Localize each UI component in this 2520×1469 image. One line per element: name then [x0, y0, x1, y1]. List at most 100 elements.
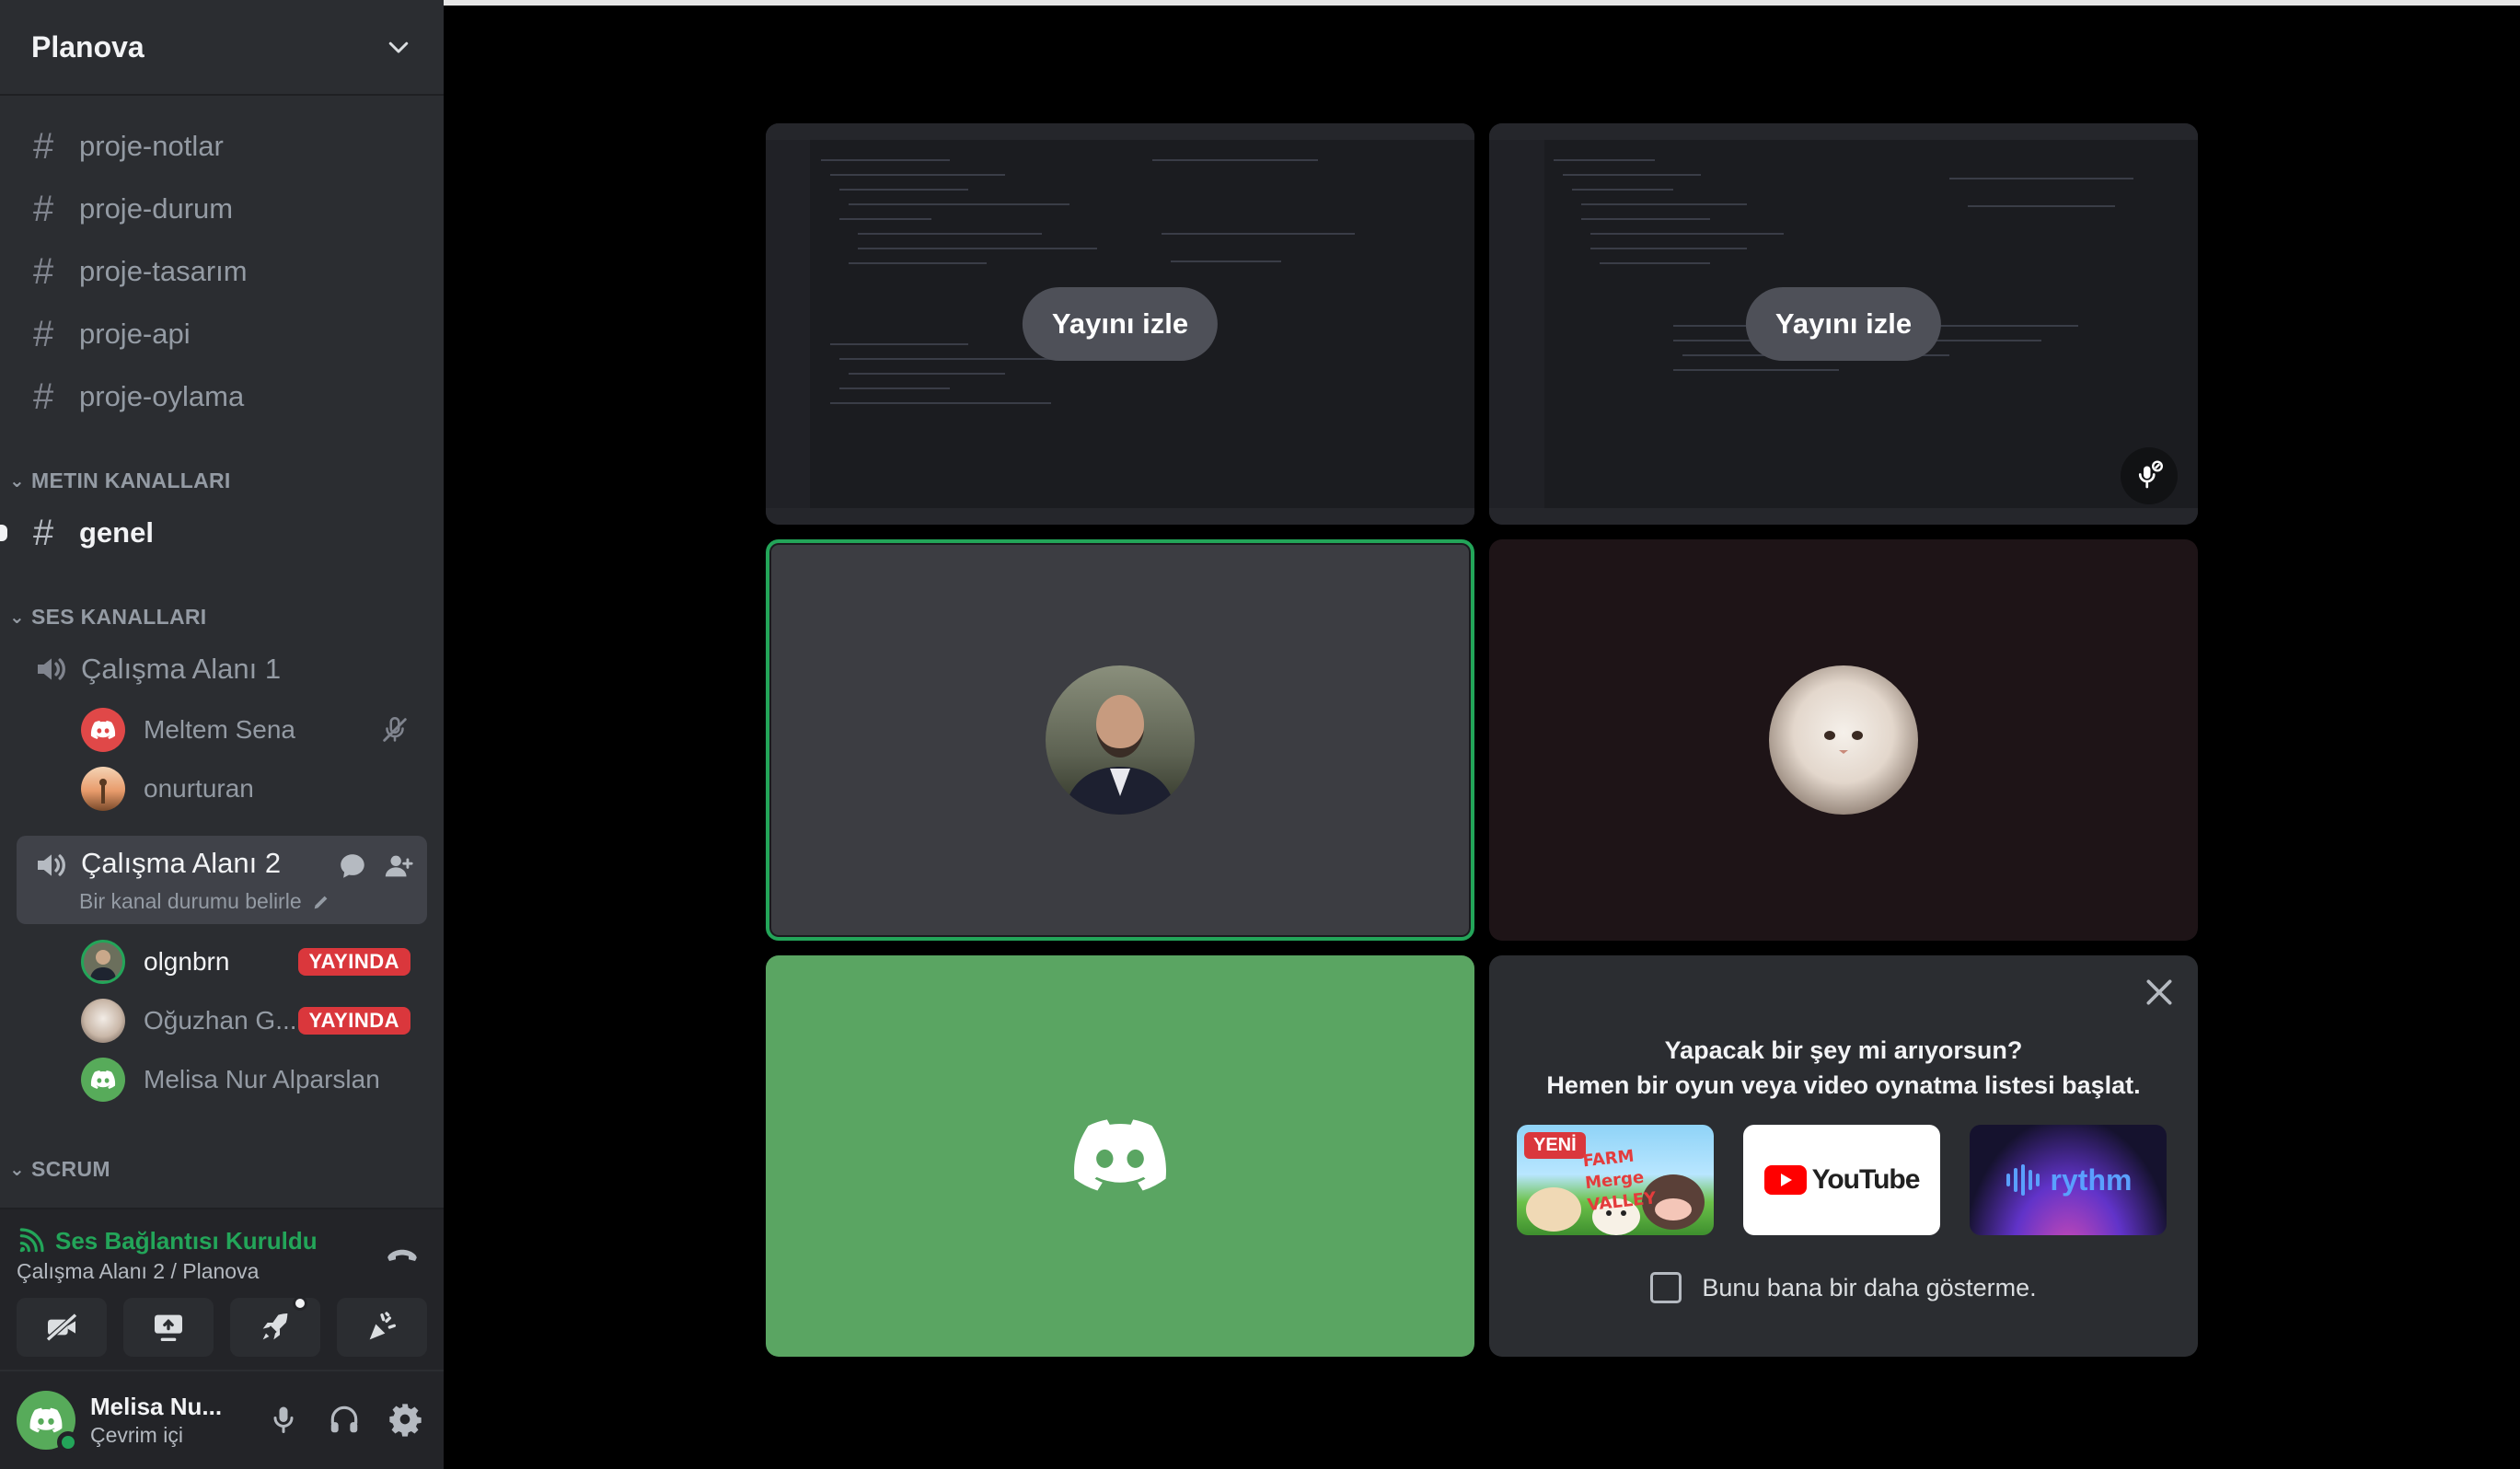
screen-share-icon	[155, 1314, 182, 1341]
voice-member-melisa[interactable]: Melisa Nur Alparslan	[81, 1053, 427, 1106]
stream-tile-2[interactable]: Yayını izle	[1489, 123, 2198, 525]
member-name: Oğuzhan G...	[144, 1006, 297, 1035]
hash-icon: #	[33, 126, 54, 167]
voice-channel-label: Çalışma Alanı 2	[81, 847, 282, 879]
voice-member-onurturan[interactable]: onurturan	[81, 762, 427, 815]
soundboard-icon	[369, 1312, 396, 1340]
voice-channel-label: Çalışma Alanı 1	[81, 653, 282, 685]
channel-proje-notlar[interactable]: # proje-notlar	[17, 118, 427, 175]
channel-proje-oylama[interactable]: # proje-oylama	[17, 368, 427, 425]
channel-proje-durum[interactable]: # proje-durum	[17, 180, 427, 237]
category-label: METIN KANALLARI	[31, 468, 231, 492]
watch-stream-button[interactable]: Yayını izle	[1022, 287, 1219, 361]
avatar	[81, 1058, 125, 1102]
voice-connected-status[interactable]: Ses Bağlantısı Kuruldu	[17, 1226, 318, 1255]
camera-off-icon	[46, 1313, 77, 1342]
user-panel: Melisa Nu... Çevrim içi	[0, 1371, 444, 1469]
hash-icon: #	[33, 376, 54, 417]
activity-card-youtube[interactable]: YouTube	[1743, 1125, 1940, 1235]
soundboard-button[interactable]	[337, 1298, 427, 1357]
online-status-dot	[57, 1431, 79, 1453]
dont-show-again-row[interactable]: Bunu bana bir daha gösterme.	[1489, 1272, 2198, 1303]
youtube-label: YouTube	[1811, 1164, 1921, 1195]
channel-label: proje-oylama	[79, 380, 245, 412]
channel-label: proje-durum	[79, 192, 234, 225]
headphones-button[interactable]	[324, 1399, 364, 1440]
unread-indicator	[0, 525, 7, 541]
chevron-down-icon	[388, 41, 409, 53]
new-badge: YENİ	[1524, 1132, 1586, 1159]
activity-card-rythm[interactable]: rythm	[1970, 1125, 2167, 1235]
promo-title-line1: Yapacak bir şey mi arıyorsun?	[1664, 1036, 2023, 1064]
participant-avatar	[1046, 665, 1195, 815]
member-name: Melisa Nur Alparslan	[144, 1065, 380, 1093]
disconnect-icon[interactable]	[383, 1235, 422, 1274]
microphone-icon	[273, 1406, 294, 1433]
dont-show-again-checkbox[interactable]	[1650, 1272, 1682, 1303]
pencil-icon	[314, 896, 328, 908]
chat-bubble-icon[interactable]	[337, 850, 368, 882]
close-icon[interactable]	[2141, 974, 2178, 1011]
voice-connected-channel[interactable]: Çalışma Alanı 2 / Planova	[17, 1259, 259, 1284]
microphone-button[interactable]	[263, 1399, 304, 1440]
participant-tile-speaking[interactable]	[766, 539, 1474, 941]
camera-toggle-button[interactable]	[17, 1298, 107, 1357]
hash-icon: #	[33, 513, 54, 553]
own-participant-tile[interactable]	[766, 955, 1474, 1357]
channel-proje-api[interactable]: # proje-api	[17, 306, 427, 363]
rocket-icon	[262, 1313, 288, 1340]
screen-share-button[interactable]	[123, 1298, 214, 1357]
hash-icon: #	[33, 189, 54, 229]
voice-member-olgnbrn[interactable]: olgnbrn YAYINDA	[81, 935, 427, 989]
voice-stage: Yayını izle Yayını izle Yapacak bir şey …	[444, 0, 2520, 1469]
stream-tile-1[interactable]: Yayını izle	[766, 123, 1474, 525]
settings-button[interactable]	[385, 1399, 425, 1440]
discord-logo-icon	[1074, 1119, 1166, 1191]
discord-logo-icon	[29, 1407, 63, 1433]
rythm-label: rythm	[2050, 1162, 2133, 1197]
person-photo-icon	[90, 950, 116, 980]
add-user-icon[interactable]	[383, 850, 414, 882]
server-header[interactable]: Planova	[0, 0, 444, 96]
cat-photo-icon	[1824, 731, 1863, 754]
voice-action-buttons	[17, 1296, 427, 1357]
participant-avatar	[1769, 665, 1918, 815]
voice-member-oguzhan[interactable]: Oğuzhan G... YAYINDA	[81, 994, 427, 1047]
live-badge: YAYINDA	[297, 948, 410, 976]
activities-button[interactable]	[230, 1296, 320, 1357]
member-name: onurturan	[144, 774, 254, 803]
voice-connected-text: Ses Bağlantısı Kuruldu	[55, 1226, 318, 1255]
chevron-down-icon: ⌄	[9, 470, 26, 492]
avatar	[81, 999, 125, 1043]
speaker-icon	[38, 854, 65, 876]
category-scrum[interactable]: ⌄ SCRUM	[9, 1151, 110, 1187]
category-text-channels[interactable]: ⌄ METIN KANALLARI	[9, 462, 231, 499]
channel-proje-tasarim[interactable]: # proje-tasarım	[17, 243, 427, 300]
activity-card-farm-merge-valley[interactable]: YENİ FARM Merge VALLEY	[1517, 1125, 1714, 1235]
watch-stream-button[interactable]: Yayını izle	[1745, 287, 1942, 361]
participant-tile[interactable]	[1489, 539, 2198, 941]
channel-sidebar: Planova # # proje-notlar # proje-durum #…	[0, 0, 444, 1469]
channel-status-text: Bir kanal durumu belirle	[79, 889, 302, 913]
signal-icon	[19, 1228, 44, 1253]
gear-icon	[389, 1404, 422, 1437]
user-avatar[interactable]	[17, 1391, 79, 1453]
voice-channel-calisma-alani-1[interactable]: Çalışma Alanı 1	[17, 641, 427, 698]
channel-genel[interactable]: # genel	[0, 504, 427, 561]
person-silhouette-icon	[99, 779, 107, 804]
voice-channel-calisma-alani-2[interactable]: Çalışma Alanı 2 Bir kanal durumu belirle	[17, 836, 427, 924]
chevron-down-icon: ⌄	[9, 607, 26, 628]
youtube-play-icon	[1763, 1165, 1807, 1195]
discord-logo-icon	[90, 721, 116, 739]
user-controls	[263, 1399, 425, 1440]
channel-actions	[337, 850, 414, 882]
chevron-down-icon: ⌄	[9, 1159, 26, 1180]
category-voice-channels[interactable]: ⌄ SES KANALLARI	[9, 598, 206, 635]
voice-member-meltem-sena[interactable]: Meltem Sena	[81, 703, 427, 757]
channel-partial: #	[17, 98, 427, 114]
person-photo-icon	[1064, 695, 1176, 815]
user-info[interactable]: Melisa Nu... Çevrim içi	[90, 1393, 228, 1448]
hash-icon: #	[33, 98, 79, 104]
channel-status[interactable]: Bir kanal durumu belirle	[79, 889, 331, 914]
channel-list[interactable]: # # proje-notlar # proje-durum # proje-t…	[0, 98, 444, 1206]
